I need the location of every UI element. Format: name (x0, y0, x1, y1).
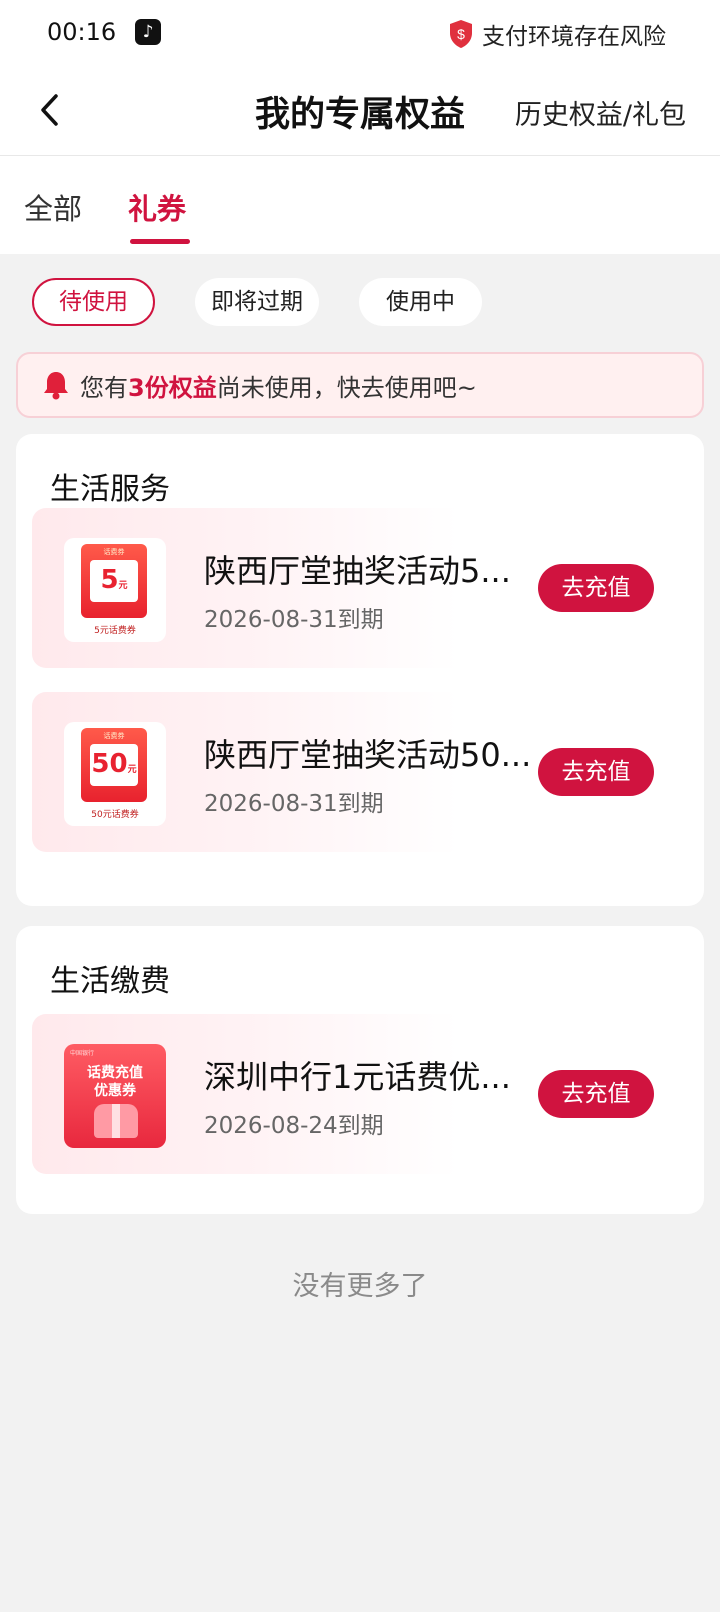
gift-icon (94, 1104, 138, 1138)
no-more-text: 没有更多了 (292, 1271, 428, 1302)
shield-dollar-icon: $ (450, 20, 472, 48)
status-bar: 00:16 ♪ $ 支付环境存在风险 (0, 0, 720, 64)
item-expiry: 2026-08-31到期 (204, 791, 384, 817)
recharge-button[interactable]: 去充值 (538, 748, 654, 796)
section-life-services: 生活服务 话费券 5元 5元话费券 陕西厅堂抽奖活动5... 2026-08-3… (16, 434, 704, 906)
filter-expiring[interactable]: 即将过期 (195, 278, 319, 326)
filter-in-use[interactable]: 使用中 (359, 278, 482, 326)
notice-banner: 您有3份权益尚未使用，快去使用吧~ (16, 352, 704, 418)
item-expiry: 2026-08-31到期 (204, 607, 384, 633)
section-title: 生活缴费 (50, 964, 170, 999)
item-expiry: 2026-08-24到期 (204, 1113, 384, 1139)
tab-coupons[interactable]: 礼券 (128, 186, 186, 228)
svg-text:$: $ (457, 26, 465, 42)
recharge-button[interactable]: 去充值 (538, 1070, 654, 1118)
notice-text: 您有3份权益尚未使用，快去使用吧~ (80, 373, 477, 402)
notice-count: 3份权益 (128, 373, 217, 402)
history-link[interactable]: 历史权益/礼包 (515, 93, 686, 132)
section-title: 生活服务 (50, 472, 170, 507)
recharge-button[interactable]: 去充值 (538, 564, 654, 612)
coupon-thumbnail: 话费券 5元 5元话费券 (64, 538, 166, 642)
payment-risk-indicator[interactable]: $ 支付环境存在风险 (448, 17, 666, 51)
filter-unused[interactable]: 待使用 (32, 278, 155, 326)
risk-text: 支付环境存在风险 (482, 24, 666, 50)
bell-icon (44, 372, 68, 400)
tiktok-icon: ♪ (135, 19, 161, 45)
item-name: 深圳中行1元话费优... (204, 1058, 511, 1096)
coupon-item[interactable]: 话费券 5元 5元话费券 陕西厅堂抽奖活动5... 2026-08-31到期 去… (32, 508, 688, 668)
filter-chips: 待使用 即将过期 使用中 (0, 278, 720, 326)
coupon-thumbnail: 中国银行 话费充值 优惠券 (64, 1044, 166, 1148)
coupon-thumbnail: 话费券 50元 50元话费券 (64, 722, 166, 826)
nav-bar: 我的专属权益 历史权益/礼包 (0, 64, 720, 156)
tab-bar: 全部 礼券 (0, 156, 720, 254)
item-name: 陕西厅堂抽奖活动50... (204, 736, 532, 774)
item-name: 陕西厅堂抽奖活动5... (204, 552, 511, 590)
coupon-item[interactable]: 中国银行 话费充值 优惠券 深圳中行1元话费优... 2026-08-24到期 … (32, 1014, 688, 1174)
tab-indicator (130, 239, 190, 244)
coupon-item[interactable]: 话费券 50元 50元话费券 陕西厅堂抽奖活动50... 2026-08-31到… (32, 692, 688, 852)
header-area: 00:16 ♪ $ 支付环境存在风险 我的专属权益 历史权益/礼包 全部 礼券 (0, 0, 720, 254)
section-life-payment: 生活缴费 中国银行 话费充值 优惠券 深圳中行1元话费优... 2026-08-… (16, 926, 704, 1214)
status-time: 00:16 (47, 18, 117, 46)
tab-all[interactable]: 全部 (24, 186, 82, 228)
